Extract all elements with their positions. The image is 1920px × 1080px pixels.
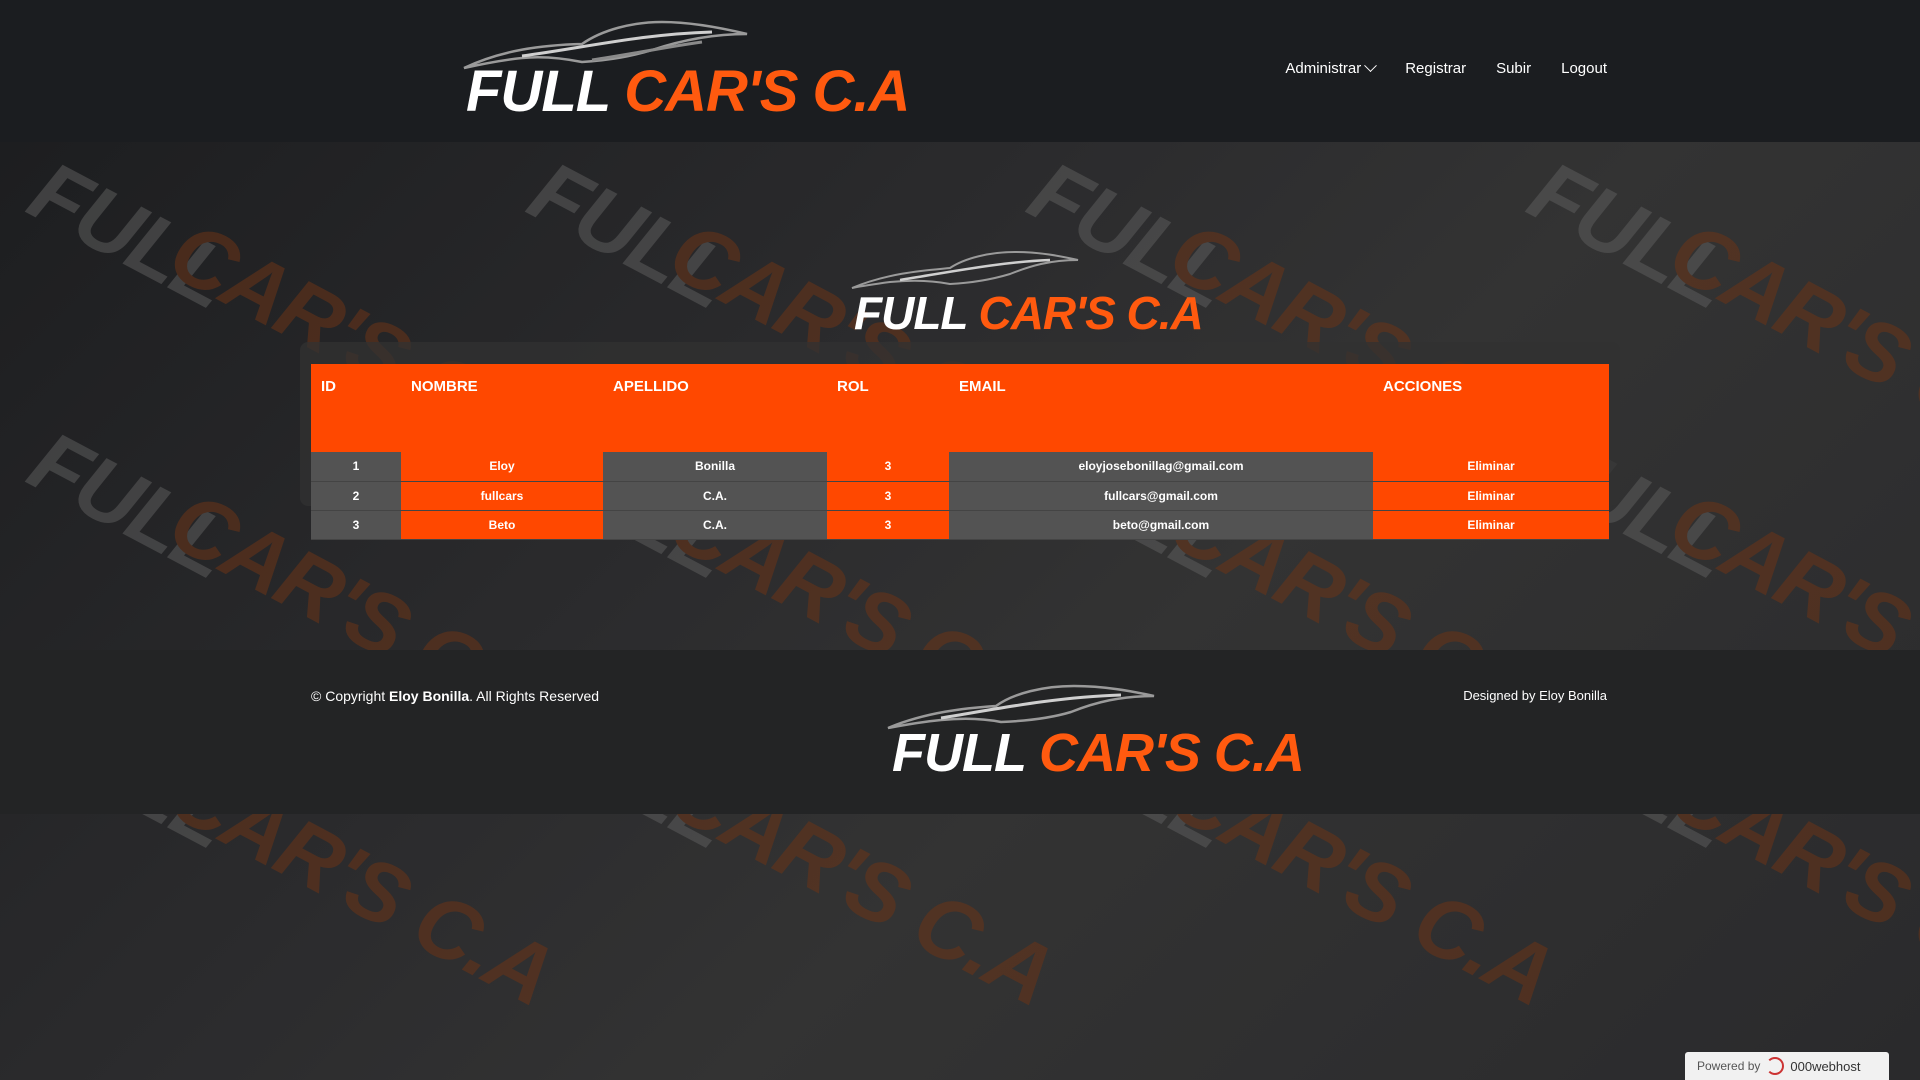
cell-id: 3	[311, 510, 401, 540]
table-row: 3 Beto C.A. 3 beto@gmail.com Eliminar	[311, 510, 1609, 540]
nav-subir[interactable]: Subir	[1496, 60, 1531, 77]
col-header-acciones: ACCIONES	[1383, 377, 1463, 395]
nav-administrar[interactable]: Administrar	[1285, 59, 1378, 77]
copyright-suffix: . All Rights Reserved	[469, 688, 600, 704]
header-separator	[311, 408, 1609, 452]
users-table: ID NOMBRE APELLIDO ROL EMAIL ACCIONES 1 …	[311, 364, 1609, 540]
col-header-rol: ROL	[837, 377, 869, 395]
cell-apellido: Bonilla	[603, 452, 827, 482]
copyright-text: © Copyright Eloy Bonilla. All Rights Res…	[311, 688, 599, 704]
cell-rol: 3	[827, 510, 949, 540]
cell-email: beto@gmail.com	[949, 510, 1373, 540]
cell-nombre: Eloy	[401, 452, 603, 482]
powered-by-badge[interactable]: Powered by 000webhost	[1685, 1052, 1889, 1080]
site-footer: © Copyright Eloy Bonilla. All Rights Res…	[0, 650, 1920, 814]
nav-logout-label: Logout	[1561, 60, 1607, 77]
logo-word-full: FULL	[892, 723, 1026, 783]
cell-nombre: fullcars	[401, 481, 603, 511]
header-logo[interactable]: FULL CAR'S C.A	[462, 20, 910, 125]
nav-administrar-label: Administrar	[1285, 60, 1362, 77]
col-header-id: ID	[321, 377, 336, 395]
powered-by-label: Powered by	[1697, 1059, 1761, 1073]
cell-id: 1	[311, 452, 401, 482]
cell-apellido: C.A.	[603, 481, 827, 511]
powered-by-brand: 000webhost	[1790, 1058, 1861, 1074]
logo-word-cars: CAR'S C.A	[978, 287, 1203, 339]
footer-logo: FULL CAR'S C.A	[886, 684, 1305, 784]
logo-word-full: FULL	[466, 59, 610, 124]
table-row: 1 Eloy Bonilla 3 eloyjosebonillag@gmail.…	[311, 452, 1609, 482]
nav-registrar-label: Registrar	[1405, 60, 1467, 77]
logo-word-cars: CAR'S C.A	[1039, 723, 1305, 783]
col-header-email: EMAIL	[959, 377, 1006, 395]
cell-nombre: Beto	[401, 510, 603, 540]
nav-registrar[interactable]: Registrar	[1405, 60, 1466, 77]
cell-id: 2	[311, 481, 401, 511]
table-header-row: ID NOMBRE APELLIDO ROL EMAIL ACCIONES	[311, 364, 1609, 408]
cell-email: fullcars@gmail.com	[949, 481, 1373, 511]
table-row: 2 fullcars C.A. 3 fullcars@gmail.com Eli…	[311, 481, 1609, 511]
logo-word-cars: CAR'S C.A	[624, 59, 910, 124]
copyright-prefix: © Copyright	[311, 688, 390, 704]
cell-rol: 3	[827, 481, 949, 511]
nav-logout[interactable]: Logout	[1561, 60, 1607, 77]
delete-button[interactable]: Eliminar	[1373, 481, 1609, 511]
center-logo: FULL CAR'S C.A	[850, 250, 1204, 340]
delete-button[interactable]: Eliminar	[1373, 452, 1609, 482]
cell-email: eloyjosebonillag@gmail.com	[949, 452, 1373, 482]
main-nav: Administrar Registrar Subir Logout	[1285, 59, 1607, 77]
logo-word-full: FULL	[854, 287, 968, 339]
nav-subir-label: Subir	[1496, 60, 1532, 77]
cell-rol: 3	[827, 452, 949, 482]
cell-apellido: C.A.	[603, 510, 827, 540]
site-header: FULL CAR'S C.A Administrar Registrar Sub…	[0, 0, 1920, 142]
chevron-down-icon	[1364, 59, 1378, 73]
col-header-apellido: APELLIDO	[613, 377, 689, 395]
car-silhouette-icon	[851, 250, 1079, 289]
webhost-logo-icon	[1766, 1057, 1785, 1075]
col-header-nombre: NOMBRE	[411, 377, 478, 395]
delete-button[interactable]: Eliminar	[1373, 510, 1609, 540]
copyright-name: Eloy Bonilla	[389, 688, 470, 704]
designed-by: Designed by Eloy Bonilla	[1463, 688, 1607, 703]
